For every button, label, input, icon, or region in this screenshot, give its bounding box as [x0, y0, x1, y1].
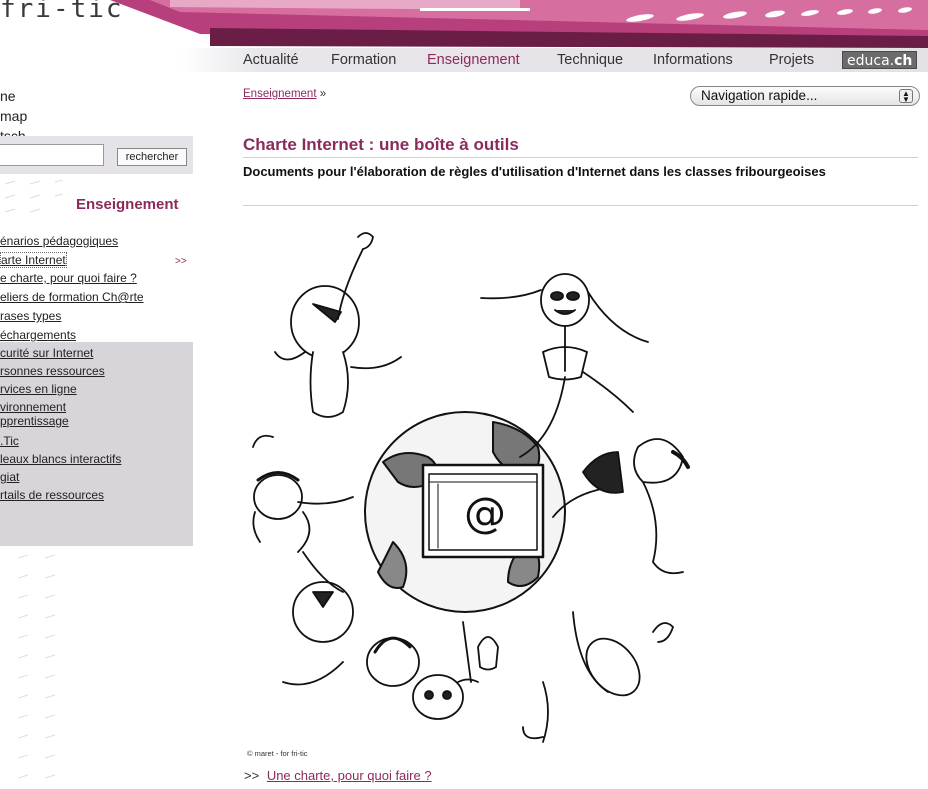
- sidebar-item-personnes-ressources[interactable]: rsonnes ressources: [0, 362, 193, 380]
- sidebar-menu: énarios pédagogiques arte Internet >> e …: [0, 232, 193, 345]
- sidebar-item-scenarios[interactable]: énarios pédagogiques: [0, 232, 193, 251]
- nav-projets[interactable]: Projets: [769, 52, 814, 68]
- sidebar-item-etic[interactable]: .Tic: [0, 432, 193, 450]
- search-box: rechercher: [0, 136, 193, 174]
- educa-part2: ch: [894, 53, 913, 69]
- sidebar-item-plagiat[interactable]: giat: [0, 468, 193, 486]
- quick-navigation-value: Navigation rapide...: [701, 88, 818, 103]
- nav-enseignement[interactable]: Enseignement: [427, 52, 520, 68]
- sidebar-item-une-charte[interactable]: e charte, pour quoi faire ?: [0, 269, 193, 288]
- sidebar-item-tableaux-blancs[interactable]: leaux blancs interactifs: [0, 450, 193, 468]
- sidebar-item-ateliers[interactable]: eliers de formation Ch@rte: [0, 288, 193, 307]
- nav-technique[interactable]: Technique: [557, 52, 623, 68]
- charte-illustration: @: [252, 232, 690, 743]
- sidebar-top-link-sitemap[interactable]: map: [0, 106, 27, 126]
- top-navigation: Actualité Formation Enseignement Techniq…: [0, 48, 928, 72]
- search-input[interactable]: [0, 144, 104, 166]
- title-divider: [243, 157, 918, 158]
- quick-navigation-select[interactable]: Navigation rapide... ▲ ▼: [690, 86, 920, 106]
- sidebar-submenu: curité sur Internet rsonnes ressources r…: [0, 342, 193, 546]
- sidebar-dash-pattern-bottom: [17, 554, 56, 779]
- search-button[interactable]: rechercher: [117, 148, 187, 166]
- nav-actualite[interactable]: Actualité: [243, 52, 299, 68]
- breadcrumb-separator: »: [319, 88, 327, 100]
- educa-part1: educa.: [847, 53, 895, 69]
- illustration-credit: © maret - for fri-tic: [247, 749, 308, 758]
- page-title: Charte Internet : une boîte à outils: [243, 135, 519, 154]
- sidebar-item-securite[interactable]: curité sur Internet: [0, 344, 193, 362]
- sidebar-item-charte-internet[interactable]: arte Internet: [0, 252, 67, 268]
- site-logo[interactable]: fri-tic: [0, 0, 124, 24]
- sidebar-item-phrases-types[interactable]: rases types: [0, 307, 193, 326]
- header-banner: fri-tic: [0, 0, 928, 48]
- sidebar-item-portails[interactable]: rtails de ressources: [0, 486, 193, 504]
- nav-formation[interactable]: Formation: [331, 52, 396, 68]
- sidebar-section-title: Enseignement: [76, 196, 179, 213]
- select-arrows-icon: ▲ ▼: [899, 89, 913, 104]
- more-link-prefix: >>: [244, 768, 260, 783]
- breadcrumb: Enseignement »: [243, 88, 326, 100]
- at-sign-icon: @: [464, 488, 506, 537]
- subtitle-divider: [243, 205, 918, 206]
- sidebar-item-services-en-ligne[interactable]: rvices en ligne: [0, 380, 193, 398]
- breadcrumb-link-enseignement[interactable]: Enseignement: [243, 88, 317, 100]
- page-subtitle: Documents pour l'élaboration de règles d…: [243, 164, 826, 179]
- more-link[interactable]: Une charte, pour quoi faire ?: [267, 768, 432, 783]
- nav-informations[interactable]: Informations: [653, 52, 733, 68]
- more-link-row: >> Une charte, pour quoi faire ?: [244, 768, 432, 783]
- banner-decoration: [110, 0, 928, 48]
- current-item-marker: >>: [175, 256, 187, 267]
- sidebar-item-environnement[interactable]: vironnement pprentissage: [0, 398, 193, 432]
- educa-logo[interactable]: educa.ch: [842, 51, 918, 69]
- sidebar-top-link-home[interactable]: ne: [0, 86, 27, 106]
